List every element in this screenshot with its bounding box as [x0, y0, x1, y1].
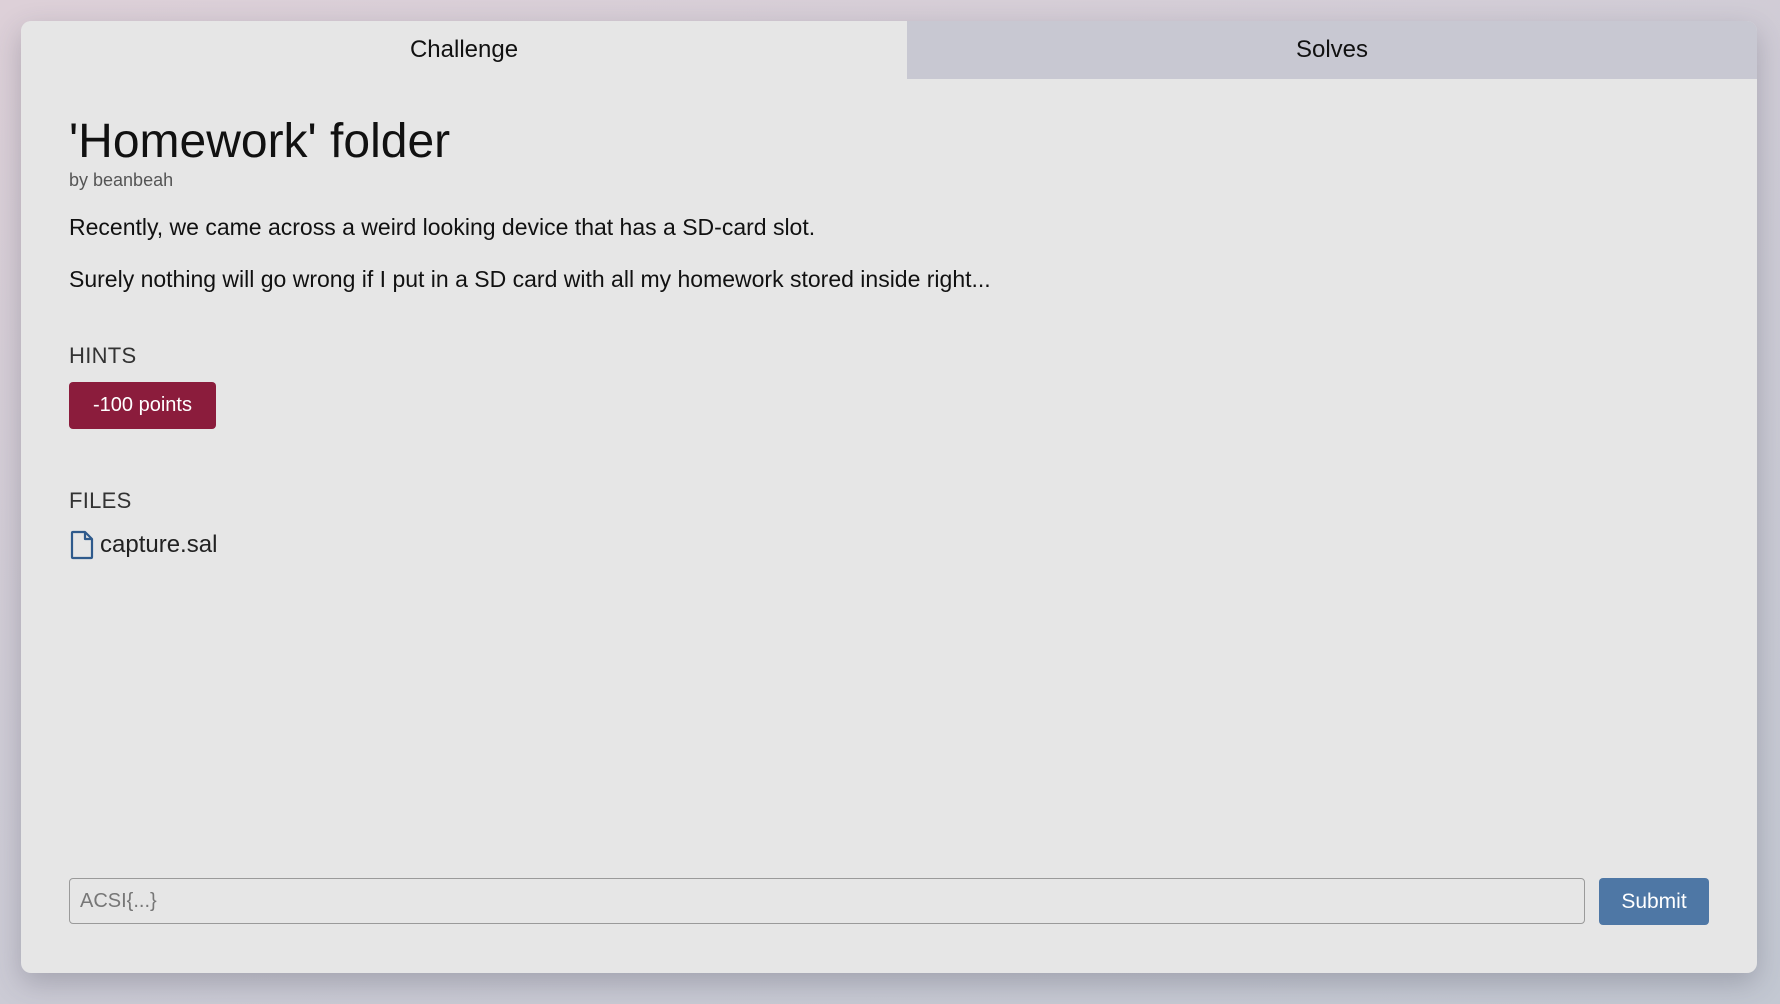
description-paragraph: Surely nothing will go wrong if I put in… [69, 266, 991, 292]
description-paragraph: Recently, we came across a weird looking… [69, 214, 816, 240]
hint-unlock-button[interactable]: -100 points [69, 382, 216, 429]
challenge-author: by beanbeah [69, 170, 174, 190]
file-download-link[interactable]: capture.sal [69, 529, 217, 561]
submit-button[interactable]: Submit [1599, 878, 1709, 925]
tab-bar: Challenge Solves [21, 21, 1757, 79]
tab-challenge[interactable]: Challenge [21, 21, 907, 79]
flag-input[interactable] [69, 878, 1585, 924]
challenge-title: 'Homework' folder [69, 115, 451, 168]
file-name: capture.sal [100, 531, 218, 558]
tab-solves[interactable]: Solves [907, 21, 1757, 79]
files-heading: FILES [69, 488, 132, 513]
hints-heading: HINTS [69, 343, 137, 368]
challenge-modal: Challenge Solves 'Homework' folder by be… [21, 21, 1757, 973]
file-icon [69, 530, 95, 560]
